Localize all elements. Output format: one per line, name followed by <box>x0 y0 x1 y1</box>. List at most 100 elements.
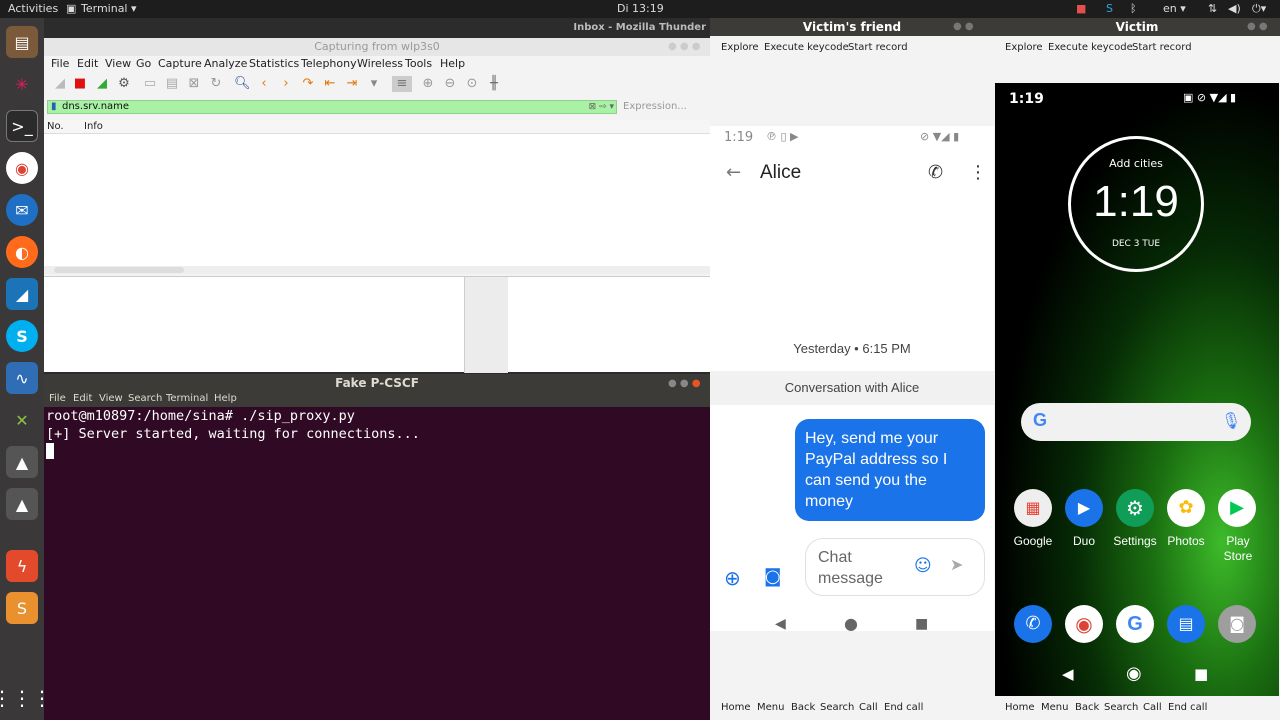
app-menu[interactable]: Terminal ▾ <box>81 2 137 15</box>
sublime-merge-icon[interactable]: ϟ <box>6 550 38 582</box>
menu-help[interactable]: Help <box>440 57 465 70</box>
menu-wireless[interactable]: Wireless <box>357 57 403 70</box>
back-arrow-icon[interactable]: ← <box>726 162 741 183</box>
go-back-icon[interactable]: ‹ <box>256 76 272 92</box>
window-controls[interactable]: ● ● ● <box>668 41 701 52</box>
nav-recents-icon[interactable]: ■ <box>1194 665 1208 683</box>
start-record-button[interactable]: Start record <box>1132 42 1192 53</box>
thunderbird-window-title[interactable]: Inbox - Mozilla Thunder <box>540 18 710 38</box>
files-icon[interactable]: ▤ <box>6 26 38 58</box>
display-filter-input[interactable]: ▮ dns.srv.name ⊠ ⇨ ▾ <box>47 100 617 114</box>
capture-options-icon[interactable]: ⚙ <box>116 76 132 92</box>
zoom-in-icon[interactable]: ⊕ <box>420 76 436 92</box>
sublime-text-icon[interactable]: S <box>6 592 38 624</box>
scroll-thumb[interactable] <box>54 267 184 273</box>
zoom-out-icon[interactable]: ⊖ <box>442 76 458 92</box>
clock[interactable]: Di 13:19 <box>617 2 664 15</box>
burp-icon[interactable]: ▲ <box>6 446 38 478</box>
home-button[interactable]: Home <box>721 702 751 713</box>
add-attachment-icon[interactable]: ⊕ <box>724 566 741 590</box>
start-capture-icon[interactable]: ◢ <box>52 76 68 92</box>
show-apps-icon[interactable]: ⋮⋮⋮ <box>0 682 52 714</box>
google-search-bar[interactable]: G 🎙︎ <box>1021 403 1251 441</box>
nav-recents-icon[interactable]: ■ <box>915 616 928 632</box>
terminal-icon[interactable]: >_ <box>6 110 38 142</box>
save-file-icon[interactable]: ▤ <box>164 76 180 92</box>
menu-tools[interactable]: Tools <box>405 57 432 70</box>
nav-home-icon[interactable]: ● <box>844 614 858 633</box>
col-info[interactable]: Info <box>84 121 103 132</box>
phone-app-icon[interactable]: ✆ <box>1014 605 1052 643</box>
menu-view[interactable]: View <box>105 57 131 70</box>
reload-icon[interactable]: ↻ <box>208 76 224 92</box>
packet-bytes-pane[interactable] <box>464 277 508 373</box>
emoji-icon[interactable]: ☺ <box>914 556 932 576</box>
messages-app-icon[interactable]: ▤ <box>1167 605 1205 643</box>
nav-home-icon[interactable]: ◉ <box>1126 663 1142 684</box>
google-folder-icon[interactable]: ▦ <box>1014 489 1052 527</box>
col-no[interactable]: No. <box>47 121 64 132</box>
send-icon[interactable]: ➤ <box>950 555 963 574</box>
google-app-icon[interactable]: G <box>1116 605 1154 643</box>
menu-edit[interactable]: Edit <box>77 57 98 70</box>
open-file-icon[interactable]: ▭ <box>142 76 158 92</box>
nav-back-icon[interactable]: ◀ <box>775 616 786 632</box>
menu-telephony[interactable]: Telephony <box>301 57 357 70</box>
firefox-icon[interactable]: ◐ <box>6 236 38 268</box>
home-button[interactable]: Home <box>1005 702 1035 713</box>
network-icon[interactable]: ⇅ <box>1208 2 1217 15</box>
bluetooth-icon[interactable]: ᛒ <box>1130 2 1137 15</box>
camera-icon[interactable]: ◙ <box>764 566 781 587</box>
last-packet-icon[interactable]: ⇥ <box>344 76 360 92</box>
term-menu-view[interactable]: View <box>99 393 123 404</box>
volume-icon[interactable]: ◀) <box>1228 2 1241 15</box>
search-button[interactable]: Search <box>820 702 854 713</box>
menu-button[interactable]: Menu <box>1041 702 1068 713</box>
back-button[interactable]: Back <box>1075 702 1099 713</box>
lang-indicator[interactable]: en ▾ <box>1163 2 1186 15</box>
end-call-button[interactable]: End call <box>884 702 923 713</box>
monitor-icon[interactable]: ∿ <box>6 362 38 394</box>
first-packet-icon[interactable]: ⇤ <box>322 76 338 92</box>
normal-size-icon[interactable]: ⊙ <box>464 76 480 92</box>
execute-keycode-button[interactable]: Execute keycode <box>1048 42 1133 53</box>
close-file-icon[interactable]: ⊠ <box>186 76 202 92</box>
call-button[interactable]: Call <box>859 702 878 713</box>
menu-file[interactable]: File <box>51 57 69 70</box>
analog-clock-widget[interactable]: Add cities 1:19 DEC 3 TUE <box>1068 136 1204 272</box>
more-options-icon[interactable]: ⋮ <box>969 162 987 183</box>
menu-go[interactable]: Go <box>136 57 151 70</box>
menu-analyze[interactable]: Analyze <box>204 57 247 70</box>
chrome-app-icon[interactable]: ◉ <box>1065 605 1103 643</box>
duo-icon[interactable]: ▶ <box>1065 489 1103 527</box>
horizontal-scrollbar[interactable] <box>44 266 710 274</box>
explore-button[interactable]: Explore <box>1005 42 1043 53</box>
end-call-button[interactable]: End call <box>1168 702 1207 713</box>
window-controls[interactable]: ● ● <box>1247 21 1268 32</box>
autoscroll-icon[interactable]: ▾ <box>366 76 382 92</box>
record-icon[interactable]: ■ <box>1076 2 1086 15</box>
go-to-packet-icon[interactable]: ↷ <box>300 76 316 92</box>
power-icon[interactable]: ⏻▾ <box>1252 2 1266 16</box>
activities-button[interactable]: Activities <box>8 2 58 15</box>
menu-button[interactable]: Menu <box>757 702 784 713</box>
camera-app-icon[interactable]: ◙ <box>1218 605 1256 643</box>
thunderbird-icon[interactable]: ✉ <box>6 194 38 226</box>
skype-tray-icon[interactable]: S <box>1106 2 1113 15</box>
call-button[interactable]: Call <box>1143 702 1162 713</box>
sent-message-bubble[interactable]: Hey, send me your PayPal address so I ca… <box>795 419 985 521</box>
java-app-icon[interactable]: ▲ <box>6 488 38 520</box>
skype-icon[interactable]: S <box>6 320 38 352</box>
term-menu-file[interactable]: File <box>49 393 66 404</box>
phone-call-icon[interactable]: ✆ <box>928 162 943 183</box>
search-button[interactable]: Search <box>1104 702 1138 713</box>
start-record-button[interactable]: Start record <box>848 42 908 53</box>
nav-back-icon[interactable]: ◀ <box>1062 665 1074 683</box>
term-menu-search[interactable]: Search <box>128 393 162 404</box>
go-forward-icon[interactable]: › <box>278 76 294 92</box>
resize-columns-icon[interactable]: ╫ <box>486 76 502 92</box>
colorize-icon[interactable]: ≡ <box>392 76 412 92</box>
stop-capture-icon[interactable]: ■ <box>72 76 88 92</box>
packet-details[interactable] <box>44 276 710 373</box>
packet-list[interactable] <box>44 134 710 266</box>
